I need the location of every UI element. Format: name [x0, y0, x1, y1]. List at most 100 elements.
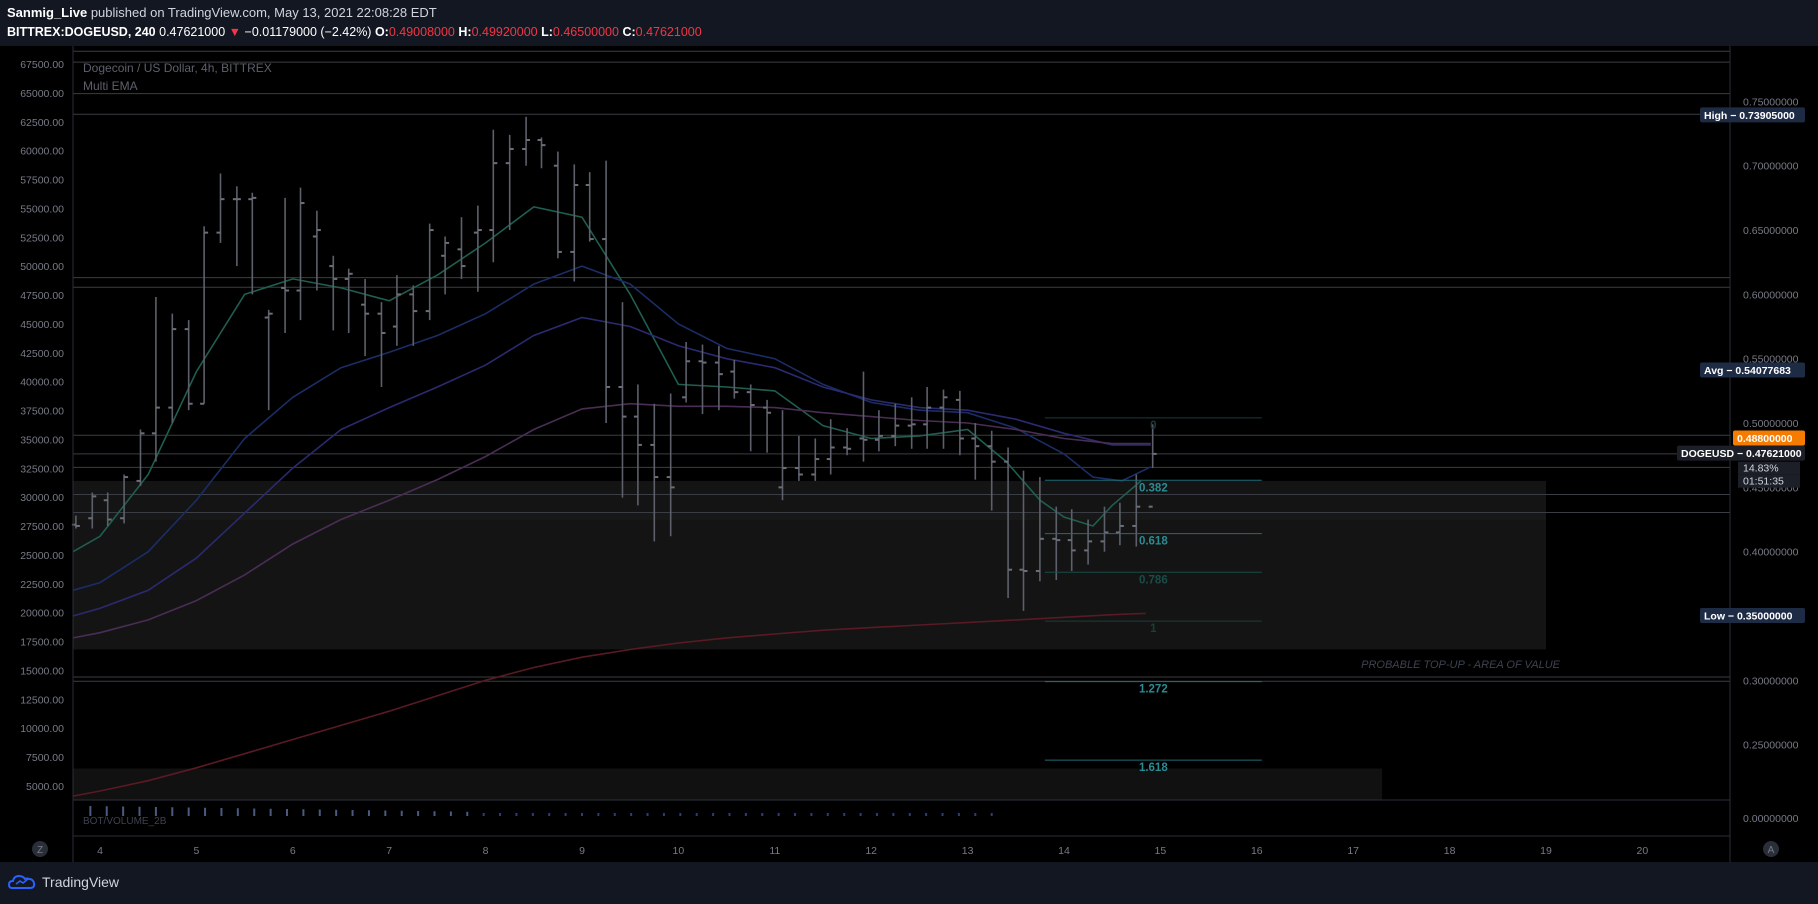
- volume-bar: [875, 813, 878, 816]
- volume-bar: [335, 809, 338, 816]
- time-axis-tick: 4: [97, 845, 103, 857]
- time-axis-tick: 12: [865, 845, 877, 857]
- volume-bar: [646, 813, 649, 816]
- price-label: Low − 0.35000000: [1700, 608, 1805, 624]
- volume-bar: [154, 807, 157, 816]
- volume-bar: [597, 813, 600, 816]
- fib-level-label: 0.786: [1139, 574, 1168, 586]
- ohlc-line: BITTREX:DOGEUSD, 240 0.47621000 ▼ −0.011…: [7, 25, 702, 39]
- indicator-label[interactable]: Multi EMA: [83, 79, 138, 93]
- volume-bar: [105, 806, 108, 816]
- time-axis-tick: 20: [1637, 845, 1649, 857]
- volume-bar: [974, 813, 977, 816]
- left-axis-tick: 60000.00: [20, 146, 64, 158]
- volume-bar: [613, 813, 616, 816]
- volume-bar: [777, 813, 780, 816]
- volume-bar: [892, 813, 895, 816]
- footer-bar: TradingView: [0, 862, 1818, 904]
- right-axis-tick: 0.40000000: [1743, 547, 1799, 559]
- time-axis-tick: 17: [1347, 845, 1359, 857]
- left-axis-tick: 57500.00: [20, 175, 64, 187]
- time-axis-tick: 14: [1058, 845, 1070, 857]
- open-label: O:: [374, 25, 389, 39]
- volume-bar: [695, 813, 698, 816]
- high-label: H:: [458, 25, 472, 39]
- right-axis-tick: 0.50000000: [1743, 418, 1799, 430]
- left-axis-tick: 7500.00: [26, 752, 64, 764]
- price-change: −0.01179000 (−2.42%): [244, 25, 372, 39]
- right-axis-button-label: A: [1768, 845, 1775, 856]
- left-axis-tick: 10000.00: [20, 723, 64, 735]
- price-label: High − 0.73905000: [1700, 107, 1805, 123]
- price-label-text: High − 0.73905000: [1704, 110, 1795, 122]
- time-axis-tick: 5: [193, 845, 199, 857]
- left-axis-tick: 42500.00: [20, 348, 64, 360]
- left-axis-tick: 5000.00: [26, 781, 64, 793]
- volume-indicator-label: BOT/VOLUME_2B: [83, 816, 167, 827]
- volume-bar: [564, 813, 567, 816]
- left-axis-tick: 30000.00: [20, 492, 64, 504]
- volume-bar: [351, 810, 354, 816]
- author-name[interactable]: Sanmig_Live: [7, 5, 87, 20]
- volume-bar: [761, 813, 764, 816]
- price-label-text: 0.48800000: [1737, 433, 1793, 445]
- published-text: published on TradingView.com, May 13, 20…: [90, 5, 437, 20]
- left-axis-tick: 25000.00: [20, 550, 64, 562]
- left-axis-button-label: Z: [37, 845, 43, 856]
- value-zone: [73, 511, 1546, 521]
- tradingview-brand: TradingView: [42, 874, 120, 890]
- fib-level-label: 1: [1150, 623, 1157, 635]
- volume-bar: [744, 813, 747, 816]
- left-axis-tick: 67500.00: [20, 59, 64, 71]
- header-bar: Sanmig_Live published on TradingView.com…: [0, 0, 1818, 46]
- left-axis-tick: 50000.00: [20, 261, 64, 273]
- volume-bar: [630, 813, 633, 816]
- left-axis-tick: 27500.00: [20, 521, 64, 533]
- left-axis-tick: 52500.00: [20, 232, 64, 244]
- high-value: 0.49920000: [471, 25, 538, 39]
- right-axis-tick: 0.70000000: [1743, 161, 1799, 173]
- volume-bar: [941, 813, 944, 816]
- volume-bar: [220, 808, 223, 816]
- price-label: DOGEUSD − 0.47621000: [1677, 445, 1805, 461]
- left-axis-tick: 45000.00: [20, 319, 64, 331]
- volume-bar: [531, 813, 534, 816]
- volume-bar: [826, 813, 829, 816]
- volume-bar: [122, 806, 125, 816]
- volume-bar: [679, 813, 682, 816]
- close-value: 0.47621000: [635, 25, 702, 39]
- volume-bar: [253, 808, 256, 816]
- price-label-text: DOGEUSD − 0.47621000: [1681, 448, 1802, 460]
- chart-container[interactable]: 0 0.382 0.618 0.786 1 1.272 1.618 67500.00 6500…: [0, 46, 1818, 862]
- time-axis-tick: 18: [1444, 845, 1456, 857]
- volume-bar: [515, 813, 518, 816]
- chart-svg[interactable]: 00.3820.6180.78611.2721.618 67500.006500…: [0, 46, 1818, 862]
- price-label-text: Low − 0.35000000: [1704, 611, 1793, 623]
- volume-bar: [417, 811, 420, 816]
- time-axis-tick: 11: [769, 845, 780, 857]
- volume-bar: [990, 813, 993, 816]
- volume-bar: [89, 806, 92, 816]
- volume-bar: [859, 813, 862, 816]
- left-axis-tick: 17500.00: [20, 637, 64, 649]
- right-axis-tick: 0.00000000: [1743, 813, 1799, 825]
- volume-bar: [318, 809, 321, 816]
- value-zone: [73, 480, 1546, 650]
- fib-level-label: 1.272: [1139, 684, 1168, 696]
- tradingview-logo[interactable]: TradingView: [8, 873, 119, 891]
- volume-bar: [482, 813, 485, 816]
- left-axis-tick: 15000.00: [20, 665, 64, 677]
- volume-bar: [433, 811, 436, 816]
- price-label: Avg − 0.54077683: [1700, 362, 1805, 378]
- price-label-text: Avg − 0.54077683: [1704, 365, 1791, 377]
- left-axis-tick: 20000.00: [20, 608, 64, 620]
- volume-bar: [286, 809, 289, 816]
- volume-bar: [662, 813, 665, 816]
- fib-level-label: 0.382: [1139, 482, 1168, 494]
- time-axis-tick: 9: [579, 845, 585, 857]
- volume-bar: [580, 813, 583, 816]
- volume-bar: [957, 813, 960, 816]
- volume-bar: [925, 813, 928, 816]
- left-axis-tick: 37500.00: [20, 406, 64, 418]
- time-axis-tick: 19: [1540, 845, 1552, 857]
